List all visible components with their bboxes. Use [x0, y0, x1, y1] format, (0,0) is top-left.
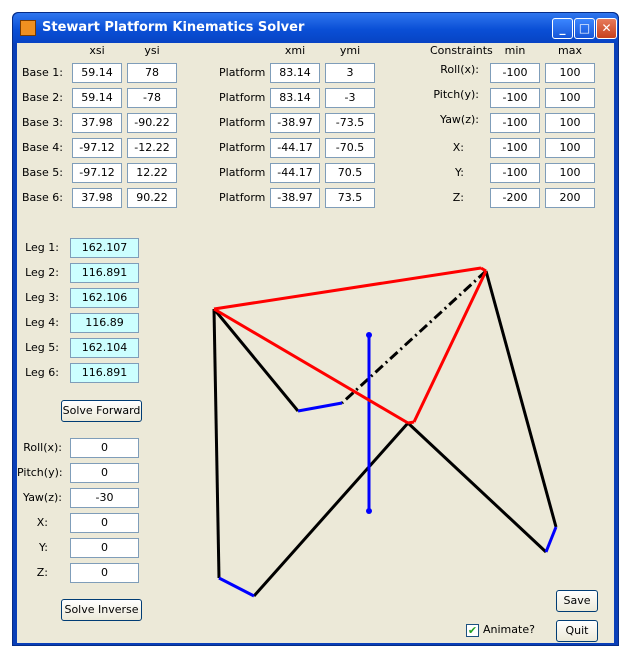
leg-line: [484, 270, 558, 528]
platform-edge-line: [480, 266, 487, 273]
leg-line: [212, 308, 300, 412]
animate-checkbox[interactable]: ✔: [466, 624, 479, 637]
leg-line: [212, 308, 221, 579]
maximize-button[interactable]: □: [574, 18, 595, 39]
animate-label: Animate?: [483, 623, 535, 636]
platform-plot: [212, 266, 558, 598]
quit-button[interactable]: Quit: [556, 620, 598, 642]
app-window: Stewart Platform Kinematics Solver _ □ ✕…: [12, 12, 619, 646]
platform-edge-line: [407, 420, 415, 425]
axis-end-point: [366, 332, 372, 338]
close-button[interactable]: ✕: [596, 18, 617, 39]
leg-line: [340, 269, 488, 405]
window-title: Stewart Platform Kinematics Solver: [42, 20, 305, 35]
client-area: xsi ysi xmi ymi Constraints min max Base…: [17, 43, 614, 643]
platform-edge-line: [213, 266, 482, 311]
base-edge-line: [297, 401, 343, 413]
base-edge-line: [544, 526, 558, 553]
platform-edge-line: [213, 307, 409, 425]
plot-lines: [212, 266, 558, 598]
leg-line: [406, 421, 548, 554]
title-bar[interactable]: Stewart Platform Kinematics Solver _ □ ✕: [13, 13, 618, 43]
leg-line: [252, 422, 410, 597]
save-button[interactable]: Save: [556, 590, 598, 612]
minimize-button[interactable]: _: [552, 18, 573, 39]
platform-edge-line: [412, 270, 488, 423]
matlab-icon: [20, 20, 36, 36]
axis-end-point: [366, 508, 372, 514]
base-edge-line: [218, 576, 255, 598]
